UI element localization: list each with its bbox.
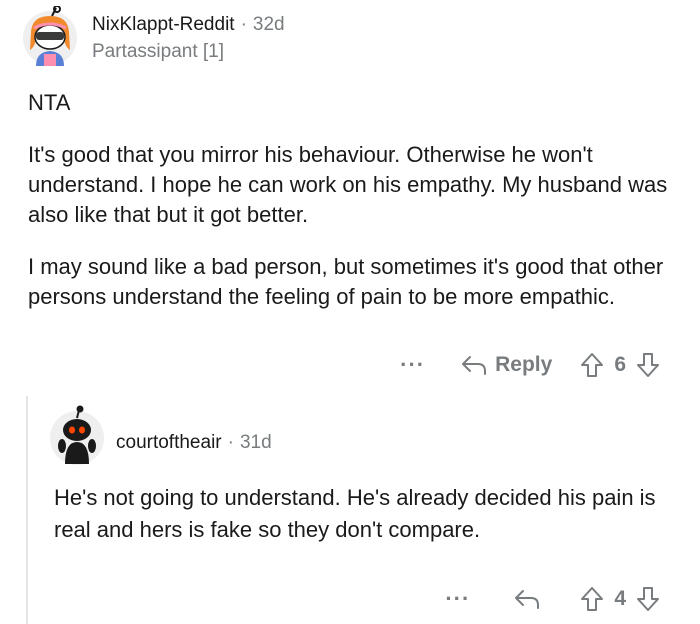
comment-paragraph: It's good that you mirror his behaviour.… [28,142,668,227]
comment-paragraph: NTA [28,90,71,115]
comment-actions: ··· 4 [445,582,660,616]
more-options-button[interactable]: ··· [445,588,470,610]
avatar[interactable] [48,404,106,466]
comment-meta: courtoftheair · 31d [116,432,272,454]
reply-arrow-icon [514,588,540,610]
reply-arrow-icon [461,354,487,376]
downvote-arrow-icon[interactable] [636,586,660,612]
reply-comment: courtoftheair · 31d He's not going to un… [28,396,700,624]
username[interactable]: NixKlappt-Reddit [92,14,235,36]
username[interactable]: courtoftheair [116,432,222,454]
reply-button[interactable] [514,588,540,610]
comment-body: NTA It's good that you mirror his behavi… [28,88,678,334]
comment-age: 32d [252,14,285,35]
vote-controls: 6 [580,352,660,378]
upvote-arrow-icon[interactable] [580,586,604,612]
reply-label: Reply [495,353,553,376]
user-flair: Partassipant [1] [92,41,225,62]
meta-separator: · [240,14,247,35]
upvote-arrow-icon[interactable] [580,352,604,378]
comment-age: 31d [239,432,272,453]
vote-controls: 4 [580,586,660,612]
avatar[interactable] [22,5,78,66]
comment-body: He's not going to understand. He's alrea… [54,485,656,542]
downvote-arrow-icon[interactable] [636,352,660,378]
reply-button[interactable]: Reply [461,353,552,377]
comment-paragraph: I may sound like a bad person, but somet… [28,254,664,309]
vote-score: 4 [614,587,626,610]
comment-actions: ··· Reply 6 [400,348,660,382]
meta-separator: · [227,432,234,453]
parent-comment: NixKlappt-Reddit · 32d Partassipant [1] … [0,0,700,395]
more-options-button[interactable]: ··· [400,354,425,376]
comment-meta: NixKlappt-Reddit · 32d Partassipant [1] [92,14,285,63]
vote-score: 6 [614,353,626,376]
